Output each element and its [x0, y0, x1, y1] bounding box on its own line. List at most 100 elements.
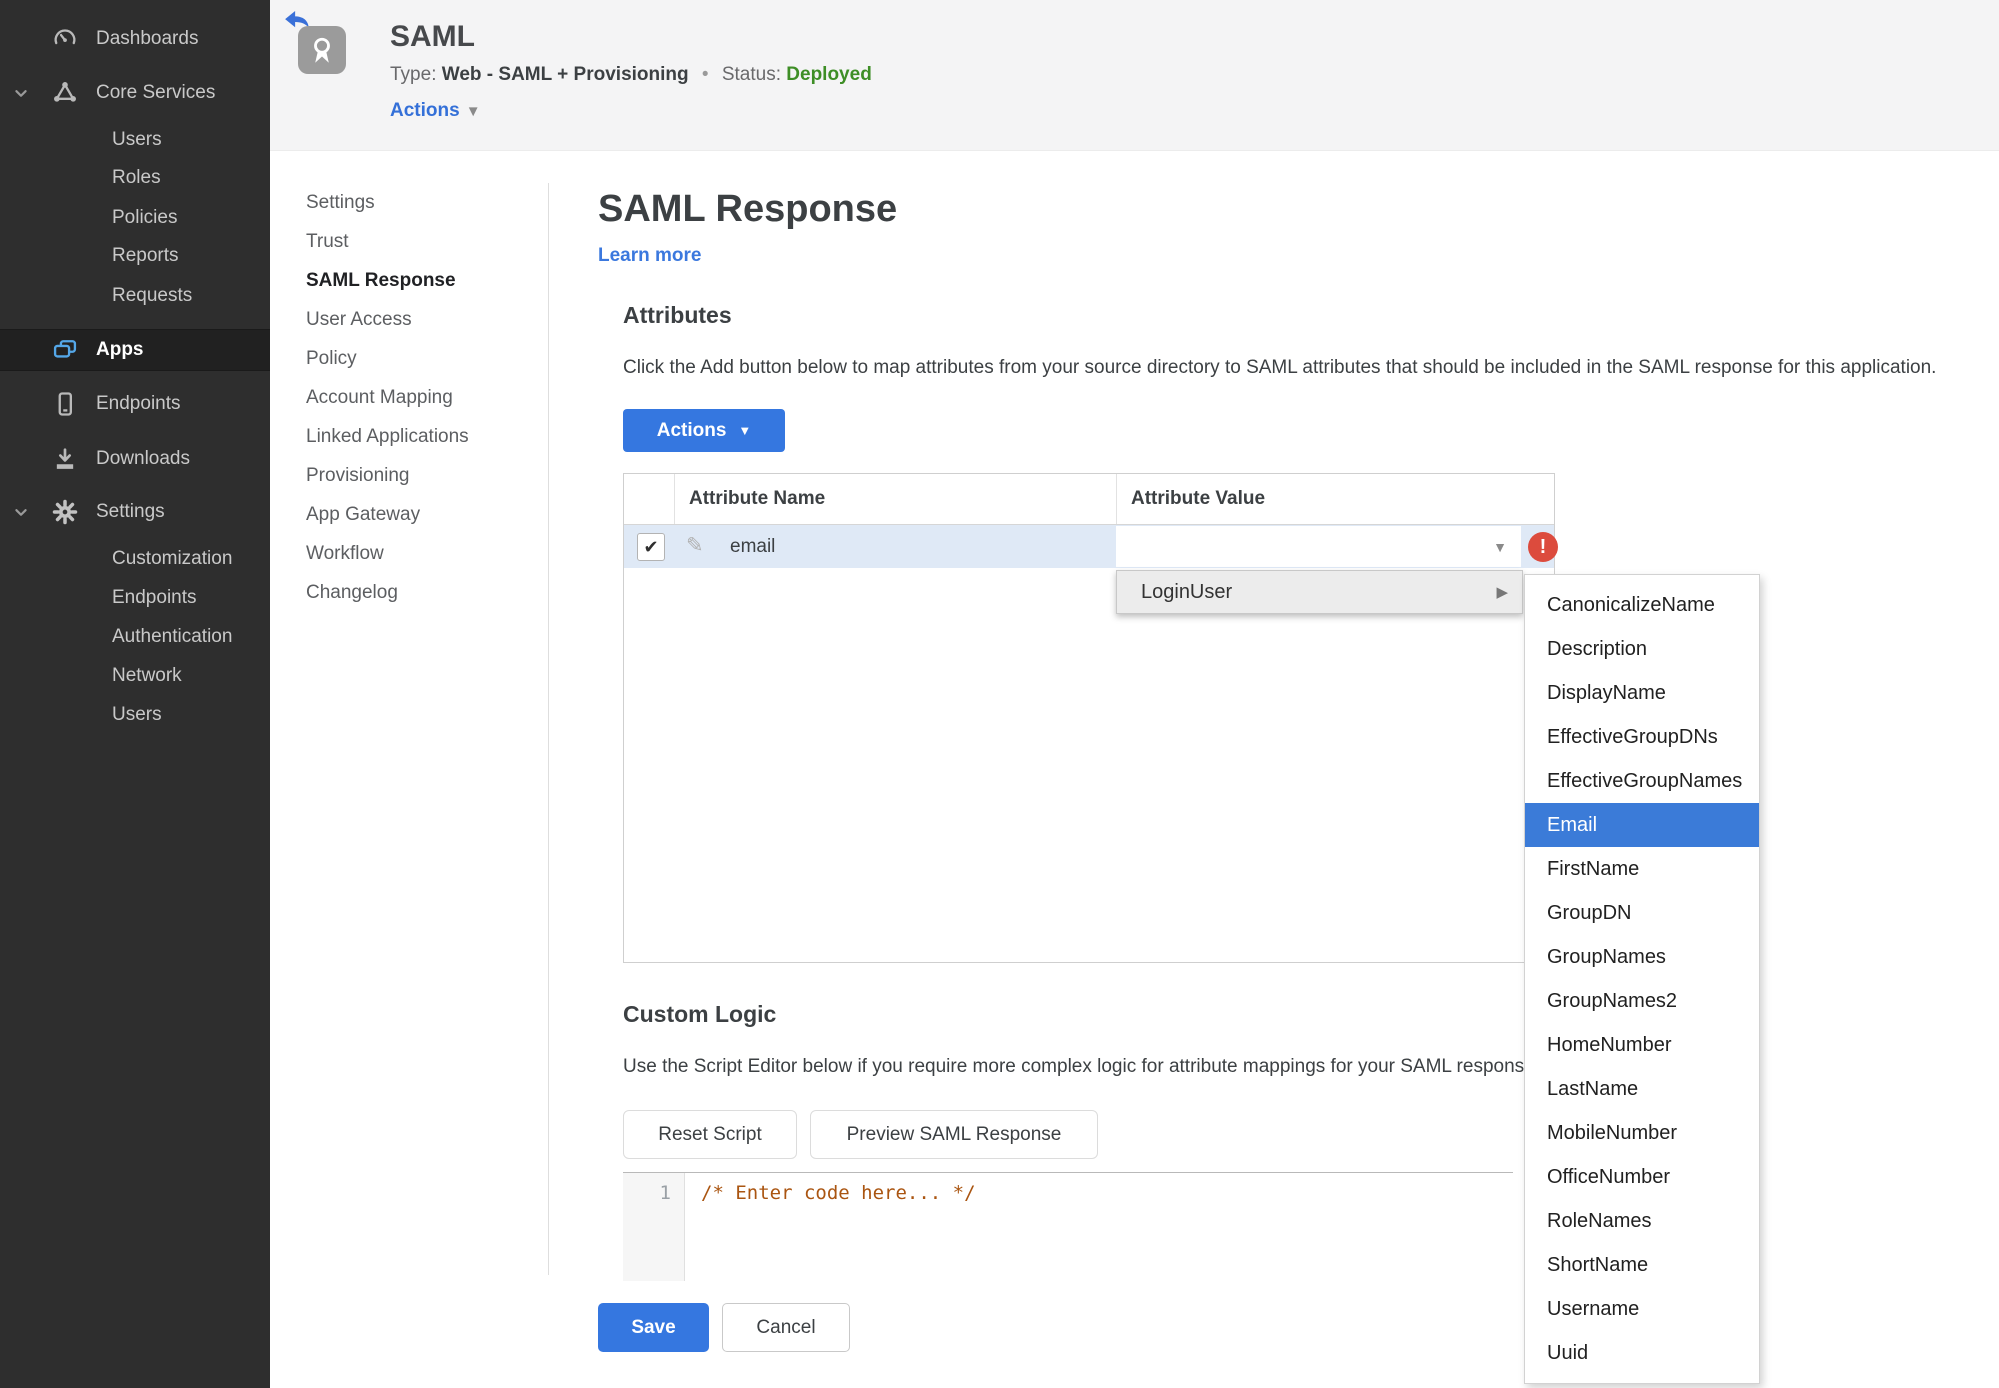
- editor-gutter: 1: [623, 1173, 685, 1281]
- type-value: Web - SAML + Provisioning: [441, 64, 689, 85]
- reset-script-button[interactable]: Reset Script: [623, 1110, 797, 1159]
- gear-icon: [50, 497, 80, 527]
- menu-item-description[interactable]: Description: [1525, 627, 1759, 671]
- learn-more-link[interactable]: Learn more: [598, 245, 701, 267]
- preview-saml-response-button[interactable]: Preview SAML Response: [810, 1110, 1098, 1159]
- sidebar-item-policies[interactable]: Policies: [0, 199, 270, 237]
- subnav-changelog[interactable]: Changelog: [306, 582, 398, 604]
- app-header: SAML Type: Web - SAML + Provisioning • S…: [270, 0, 1999, 151]
- attributes-description: Click the Add button below to map attrib…: [623, 357, 1937, 378]
- menu-item-lastname[interactable]: LastName: [1525, 1067, 1759, 1111]
- menu-item-uuid[interactable]: Uuid: [1525, 1331, 1759, 1375]
- subnav-account-mapping[interactable]: Account Mapping: [306, 387, 453, 409]
- sidebar-item-label: Customization: [112, 548, 233, 569]
- sidebar-item-label: Reports: [112, 245, 179, 266]
- chevron-down-icon[interactable]: [10, 501, 32, 523]
- sidebar-item-label: Core Services: [96, 82, 216, 103]
- menu-item-shortname[interactable]: ShortName: [1525, 1243, 1759, 1287]
- save-button[interactable]: Save: [598, 1303, 709, 1352]
- sidebar-item-network[interactable]: Network: [0, 657, 270, 695]
- chevron-down-icon[interactable]: [10, 82, 32, 104]
- chevron-right-icon: ▶: [1496, 584, 1508, 601]
- chevron-down-icon: ▼: [1493, 539, 1507, 555]
- status-badge: Deployed: [786, 64, 872, 85]
- menu-item-username[interactable]: Username: [1525, 1287, 1759, 1331]
- menu-item-officenumber[interactable]: OfficeNumber: [1525, 1155, 1759, 1199]
- sidebar-item-label: Endpoints: [96, 393, 181, 414]
- separator-dot: •: [701, 64, 709, 85]
- sidebar-item-label: Users: [112, 129, 162, 150]
- sidebar-item-authentication[interactable]: Authentication: [0, 618, 270, 656]
- menu-item-groupnames2[interactable]: GroupNames2: [1525, 979, 1759, 1023]
- attribute-value-dropdown[interactable]: ▼: [1116, 526, 1521, 567]
- subnav-policy[interactable]: Policy: [306, 348, 357, 370]
- table-row[interactable]: ✔ ✎ email ▼ !: [624, 525, 1558, 568]
- line-number: 1: [659, 1182, 671, 1204]
- menu-item-homenumber[interactable]: HomeNumber: [1525, 1023, 1759, 1067]
- row-checkbox[interactable]: ✔: [637, 533, 665, 561]
- sidebar-item-downloads[interactable]: Downloads: [0, 440, 270, 478]
- chevron-down-icon: ▼: [465, 103, 481, 120]
- page-title: SAML: [390, 20, 475, 53]
- sidebar-item-customization[interactable]: Customization: [0, 540, 270, 578]
- menu-item-groupdn[interactable]: GroupDN: [1525, 891, 1759, 935]
- cancel-button[interactable]: Cancel: [722, 1303, 850, 1352]
- menu-item-effectivegroupdns[interactable]: EffectiveGroupDNs: [1525, 715, 1759, 759]
- header-actions-dropdown[interactable]: Actions ▼: [390, 100, 481, 122]
- menu-item-groupnames[interactable]: GroupNames: [1525, 935, 1759, 979]
- sidebar-item-core-services[interactable]: Core Services: [0, 74, 270, 112]
- value-menu-loginuser[interactable]: LoginUser ▶: [1116, 570, 1523, 614]
- sidebar-item-label: Authentication: [112, 626, 233, 647]
- sidebar-item-label: Users: [112, 704, 162, 725]
- menu-item-canonicalizename[interactable]: CanonicalizeName: [1525, 583, 1759, 627]
- sidebar-item-users[interactable]: Users: [0, 121, 270, 159]
- sidebar-item-label: Apps: [96, 339, 144, 360]
- sidebar-item-users-settings[interactable]: Users: [0, 696, 270, 734]
- chevron-down-icon: ▼: [738, 423, 752, 438]
- sidebar-item-label: Requests: [112, 285, 193, 306]
- table-header: Attribute Name Attribute Value: [624, 474, 1554, 525]
- sidebar-item-roles[interactable]: Roles: [0, 159, 270, 197]
- sidebar-item-label: Roles: [112, 167, 161, 188]
- sidebar-item-apps[interactable]: Apps: [0, 329, 270, 371]
- custom-logic-heading: Custom Logic: [623, 1001, 777, 1027]
- sidebar-item-dashboards[interactable]: Dashboards: [0, 20, 270, 58]
- subnav-settings[interactable]: Settings: [306, 192, 375, 214]
- subnav-trust[interactable]: Trust: [306, 231, 349, 253]
- menu-item-mobilenumber[interactable]: MobileNumber: [1525, 1111, 1759, 1155]
- code-line[interactable]: /* Enter code here... */: [701, 1182, 976, 1204]
- sidebar: Dashboards Core Services Users Roles Pol…: [0, 0, 270, 1388]
- subnav-provisioning[interactable]: Provisioning: [306, 465, 410, 487]
- download-icon: [50, 444, 80, 474]
- menu-item-firstname[interactable]: FirstName: [1525, 847, 1759, 891]
- menu-item-displayname[interactable]: DisplayName: [1525, 671, 1759, 715]
- column-header-attribute-value: Attribute Value: [1116, 474, 1554, 524]
- status-label: Status:: [721, 64, 781, 85]
- app-meta: Type: Web - SAML + Provisioning • Status…: [390, 64, 872, 86]
- type-label: Type:: [390, 64, 437, 85]
- subnav-app-gateway[interactable]: App Gateway: [306, 504, 420, 526]
- script-editor[interactable]: 1 /* Enter code here... */: [623, 1172, 1513, 1281]
- sidebar-item-reports[interactable]: Reports: [0, 237, 270, 275]
- section-title: SAML Response: [598, 188, 898, 230]
- sidebar-item-label: Endpoints: [112, 587, 197, 608]
- core-services-icon: [50, 78, 80, 108]
- attributes-actions-label: Actions: [656, 419, 727, 441]
- attributes-actions-button[interactable]: Actions ▼: [623, 409, 785, 452]
- subnav-workflow[interactable]: Workflow: [306, 543, 384, 565]
- subnav-user-access[interactable]: User Access: [306, 309, 412, 331]
- custom-logic-description: Use the Script Editor below if you requi…: [623, 1056, 1540, 1077]
- subnav-saml-response[interactable]: SAML Response: [306, 270, 456, 292]
- sidebar-item-endpoints[interactable]: Endpoints: [0, 385, 270, 423]
- pencil-icon[interactable]: ✎: [686, 533, 704, 558]
- sidebar-item-settings[interactable]: Settings: [0, 493, 270, 531]
- subnav-divider: [548, 183, 549, 1275]
- header-actions-label: Actions: [390, 100, 460, 121]
- subnav-linked-applications[interactable]: Linked Applications: [306, 426, 469, 448]
- menu-item-effectivegroupnames[interactable]: EffectiveGroupNames: [1525, 759, 1759, 803]
- menu-item-rolenames[interactable]: RoleNames: [1525, 1199, 1759, 1243]
- sidebar-item-requests[interactable]: Requests: [0, 277, 270, 315]
- sidebar-item-endpoints-settings[interactable]: Endpoints: [0, 579, 270, 617]
- column-header-attribute-name: Attribute Name: [674, 474, 1116, 524]
- menu-item-email[interactable]: Email: [1525, 803, 1759, 847]
